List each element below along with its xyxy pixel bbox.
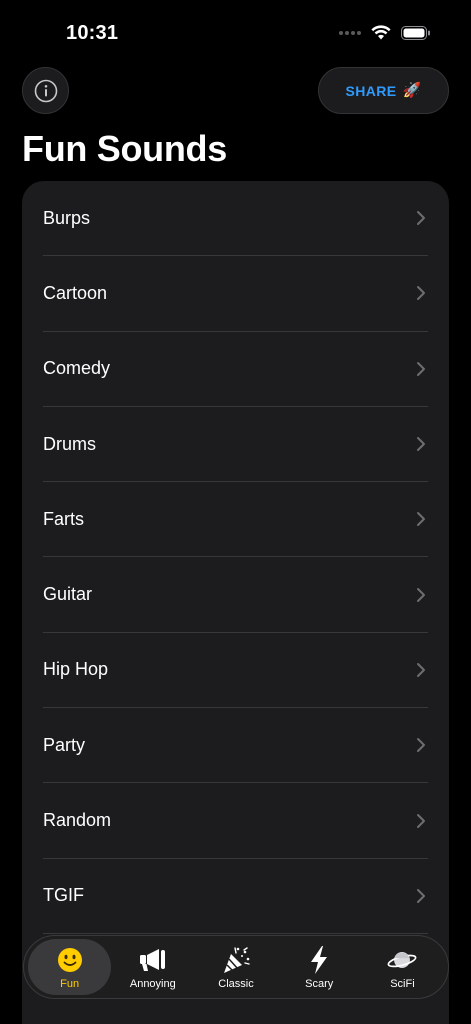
cellular-signal-icon [339, 30, 361, 35]
list-item-label: Drums [43, 433, 96, 454]
chevron-right-icon [417, 286, 425, 301]
chevron-right-icon [417, 361, 425, 376]
info-icon [34, 79, 57, 102]
wifi-icon [371, 25, 391, 40]
share-button[interactable]: SHARE 🚀 [318, 67, 449, 114]
smiley-face-icon [55, 945, 85, 975]
tab-fun[interactable]: Fun [28, 939, 112, 995]
tab-scary[interactable]: Scary [278, 939, 361, 995]
list-item-cartoon[interactable]: Cartoon [43, 256, 428, 332]
tab-scifi[interactable]: SciFi [361, 939, 444, 995]
tab-label: SciFi [390, 977, 415, 990]
party-popper-icon [221, 945, 251, 975]
rocket-icon: 🚀 [402, 82, 422, 99]
list-item-drums[interactable]: Drums [43, 407, 428, 483]
status-indicators [339, 25, 431, 40]
list-item-label: Farts [43, 508, 85, 529]
chevron-right-icon [417, 587, 425, 602]
chevron-right-icon [417, 662, 425, 677]
tab-label: Fun [60, 977, 80, 990]
chevron-right-icon [417, 512, 425, 527]
tab-classic[interactable]: Classic [194, 939, 277, 995]
list-item-label: Random [43, 810, 112, 831]
chevron-right-icon [417, 813, 425, 828]
tab-label: Scary [305, 977, 334, 990]
status-bar: 10:31 [0, 0, 471, 60]
page-title: Fun Sounds [22, 128, 227, 169]
tab-label: Annoying [129, 977, 176, 990]
tab-label: Classic [218, 977, 254, 990]
list-item-label: Burps [43, 207, 91, 228]
list-item-party[interactable]: Party [43, 708, 428, 784]
list-item-label: Guitar [43, 584, 93, 605]
info-button[interactable] [22, 67, 69, 114]
chevron-right-icon [417, 738, 425, 753]
list-item-hip-hop[interactable]: Hip Hop [43, 633, 428, 709]
status-time: 10:31 [66, 22, 119, 44]
list-item-label: Comedy [43, 358, 111, 379]
lightning-bolt-icon [304, 945, 334, 975]
list-item-guitar[interactable]: Guitar [43, 557, 428, 633]
list-item-label: TGIF [43, 885, 84, 906]
battery-icon [401, 25, 430, 40]
chevron-right-icon [417, 211, 425, 226]
sound-category-list: Burps Cartoon Comedy Drums Farts Guitar … [22, 181, 449, 1024]
planet-icon [387, 945, 417, 975]
share-button-label: SHARE [345, 82, 397, 99]
tab-bar: Fun Annoying Classic Scary SciFi [23, 935, 449, 999]
list-item-burps[interactable]: Burps [43, 181, 428, 257]
list-item-tgif[interactable]: TGIF [43, 859, 428, 934]
list-item-random[interactable]: Random [43, 783, 428, 859]
megaphone-icon [138, 945, 168, 975]
tab-annoying[interactable]: Annoying [111, 939, 194, 995]
list-item-farts[interactable]: Farts [43, 482, 428, 558]
list-item-label: Party [43, 734, 86, 755]
list-item-label: Hip Hop [43, 659, 109, 680]
list-item-label: Cartoon [43, 282, 108, 303]
list-item-comedy[interactable]: Comedy [43, 332, 428, 407]
chevron-right-icon [417, 437, 425, 452]
chevron-right-icon [417, 888, 425, 903]
